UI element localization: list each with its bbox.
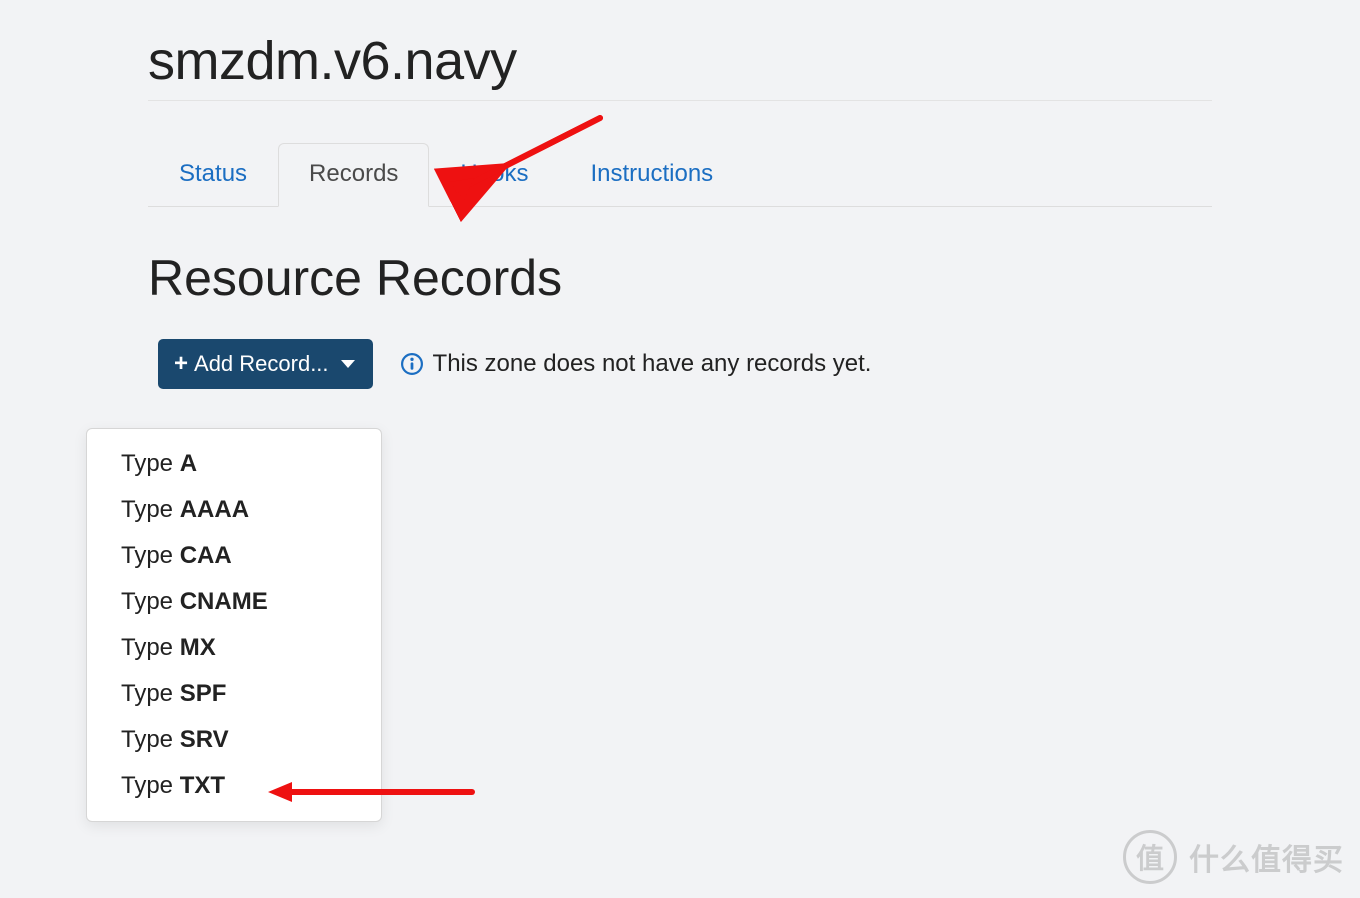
watermark-badge: 值 [1123,830,1177,884]
dropdown-item-srv[interactable]: Type SRV [87,717,381,763]
dropdown-item-spf[interactable]: Type SPF [87,671,381,717]
dropdown-item-txt[interactable]: Type TXT [87,763,381,809]
tab-hooks[interactable]: Hooks [429,143,559,207]
tabs: Status Records Hooks Instructions [148,143,1212,207]
plus-icon: + [174,352,188,376]
empty-state-text: This zone does not have any records yet. [433,350,872,378]
dropdown-item-mx[interactable]: Type MX [87,625,381,671]
tab-records[interactable]: Records [278,143,429,207]
empty-state: This zone does not have any records yet. [401,350,872,378]
section-title: Resource Records [148,249,1212,307]
add-record-dropdown: Type A Type AAAA Type CAA Type CNAME Typ… [86,428,382,822]
add-record-button[interactable]: + Add Record... [158,339,373,389]
title-divider [148,100,1212,101]
dropdown-item-caa[interactable]: Type CAA [87,533,381,579]
dropdown-item-aaaa[interactable]: Type AAAA [87,487,381,533]
caret-down-icon [341,360,355,368]
watermark-text: 什么值得买 [1189,835,1344,879]
add-record-label: Add Record... [194,351,329,377]
info-icon [401,353,423,375]
tab-instructions[interactable]: Instructions [559,143,744,207]
watermark: 值 什么值得买 [1123,830,1344,884]
tab-status[interactable]: Status [148,143,278,207]
dropdown-item-a[interactable]: Type A [87,441,381,487]
page-title: smzdm.v6.navy [148,30,1212,92]
dropdown-item-cname[interactable]: Type CNAME [87,579,381,625]
